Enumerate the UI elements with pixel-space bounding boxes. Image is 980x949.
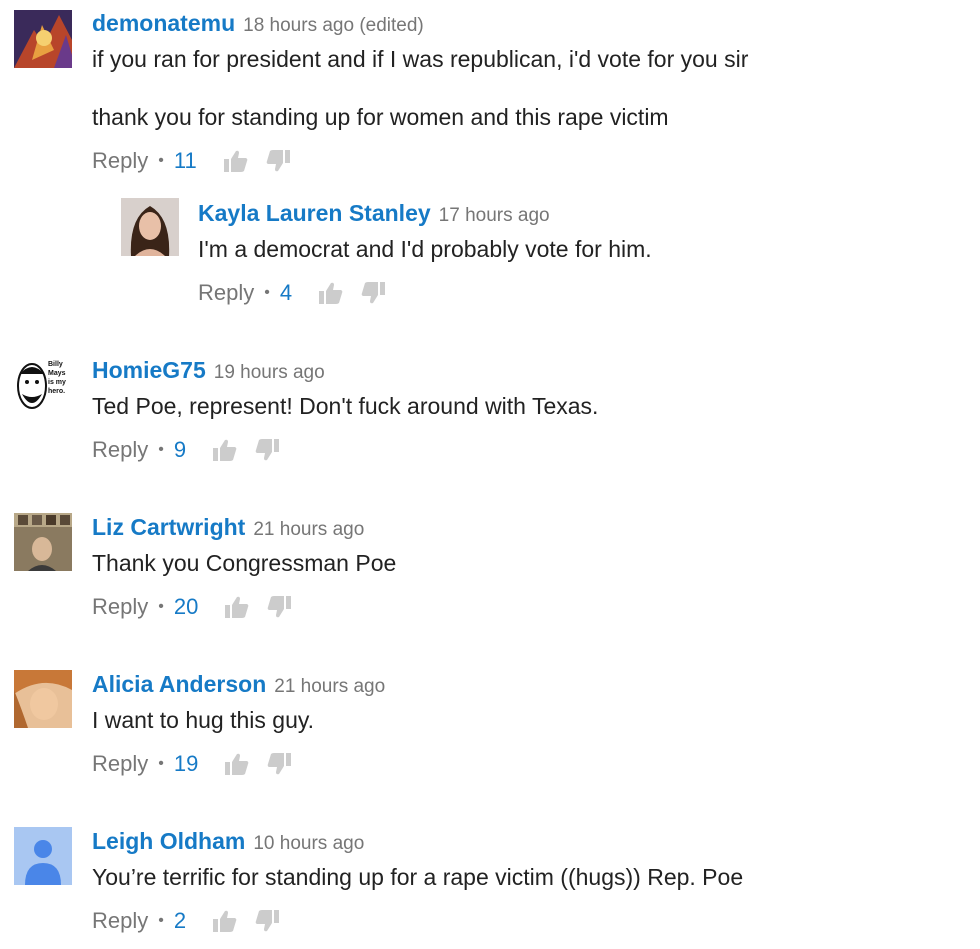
like-count: 20	[173, 594, 199, 619]
like-count: 2	[173, 908, 187, 933]
avatar-lettering: hero.	[48, 388, 65, 395]
author-name[interactable]: demonatemu	[92, 10, 235, 36]
thumbs-down-icon[interactable]	[254, 438, 280, 462]
comment-text: Ted Poe, represent! Don't fuck around wi…	[92, 393, 599, 419]
user-avatar[interactable]	[14, 513, 72, 571]
like-count: 9	[173, 437, 187, 462]
reply-button[interactable]: Reply	[92, 908, 148, 934]
thumbs-down-icon[interactable]	[265, 149, 291, 173]
thumbs-up-icon[interactable]	[224, 752, 250, 776]
like-count: 19	[173, 751, 199, 776]
comment-text: Thank you Congressman Poe	[92, 550, 397, 576]
comment-text: I'm a democrat and I'd probably vote for…	[198, 236, 652, 262]
thumbs-up-icon[interactable]	[318, 281, 344, 305]
separator-dot: •	[158, 152, 164, 169]
author-name[interactable]: Leigh Oldham	[92, 828, 245, 854]
separator-dot: •	[158, 755, 164, 772]
like-count: 11	[173, 148, 197, 173]
author-name[interactable]: Liz Cartwright	[92, 514, 245, 540]
thumbs-down-icon[interactable]	[360, 281, 386, 305]
reply-button[interactable]: Reply	[92, 437, 148, 463]
author-name[interactable]: Kayla Lauren Stanley	[198, 200, 431, 226]
timestamp[interactable]: 10 hours ago	[253, 833, 364, 854]
reply-button[interactable]: Reply	[92, 594, 148, 620]
separator-dot: •	[158, 598, 164, 615]
user-avatar[interactable]	[14, 10, 72, 68]
avatar-lettering: is my	[48, 379, 66, 386]
thumbs-up-icon[interactable]	[212, 909, 238, 933]
timestamp[interactable]: 21 hours ago	[253, 519, 364, 540]
avatar-lettering: Billy	[48, 361, 63, 368]
thumbs-up-icon[interactable]	[212, 438, 238, 462]
reply-button[interactable]: Reply	[198, 280, 254, 306]
thumbs-down-icon[interactable]	[254, 909, 280, 933]
thumbs-up-icon[interactable]	[224, 595, 250, 619]
author-name[interactable]: HomieG75	[92, 357, 206, 383]
timestamp[interactable]: 17 hours ago	[439, 205, 550, 226]
comment-text: thank you for standing up for women and …	[92, 104, 669, 130]
user-avatar[interactable]: Billy Mays is my hero.	[14, 356, 72, 414]
user-avatar[interactable]	[14, 670, 72, 728]
thumbs-down-icon[interactable]	[266, 595, 292, 619]
like-count: 4	[279, 280, 293, 305]
comment-text: You’re terrific for standing up for a ra…	[92, 864, 744, 890]
separator-dot: •	[158, 912, 164, 929]
timestamp[interactable]: 19 hours ago	[214, 362, 325, 383]
user-avatar[interactable]	[121, 198, 179, 256]
default-user-avatar[interactable]	[14, 827, 72, 885]
timestamp[interactable]: 21 hours ago	[274, 676, 385, 697]
separator-dot: •	[158, 441, 164, 458]
timestamp[interactable]: 18 hours ago (edited)	[243, 15, 424, 36]
comment-text: if you ran for president and if I was re…	[92, 46, 749, 72]
thumbs-up-icon[interactable]	[223, 149, 249, 173]
avatar-lettering: Mays	[48, 370, 66, 377]
separator-dot: •	[264, 284, 270, 301]
comment-text: I want to hug this guy.	[92, 707, 315, 733]
reply-button[interactable]: Reply	[92, 751, 148, 777]
author-name[interactable]: Alicia Anderson	[92, 671, 266, 697]
reply-button[interactable]: Reply	[92, 148, 148, 174]
thumbs-down-icon[interactable]	[266, 752, 292, 776]
